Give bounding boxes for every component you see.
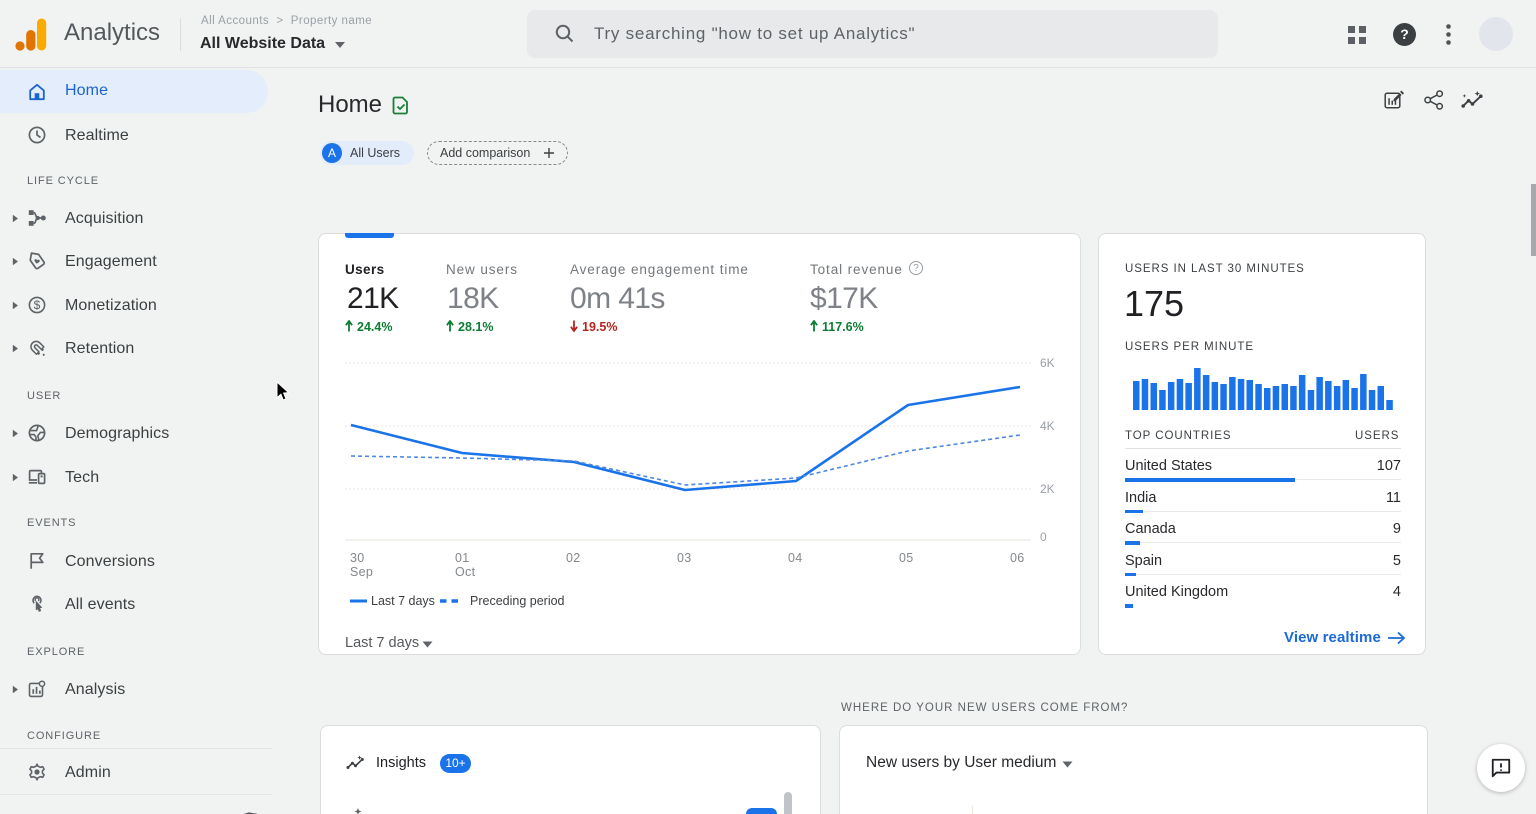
svg-text:$: $	[34, 298, 41, 312]
